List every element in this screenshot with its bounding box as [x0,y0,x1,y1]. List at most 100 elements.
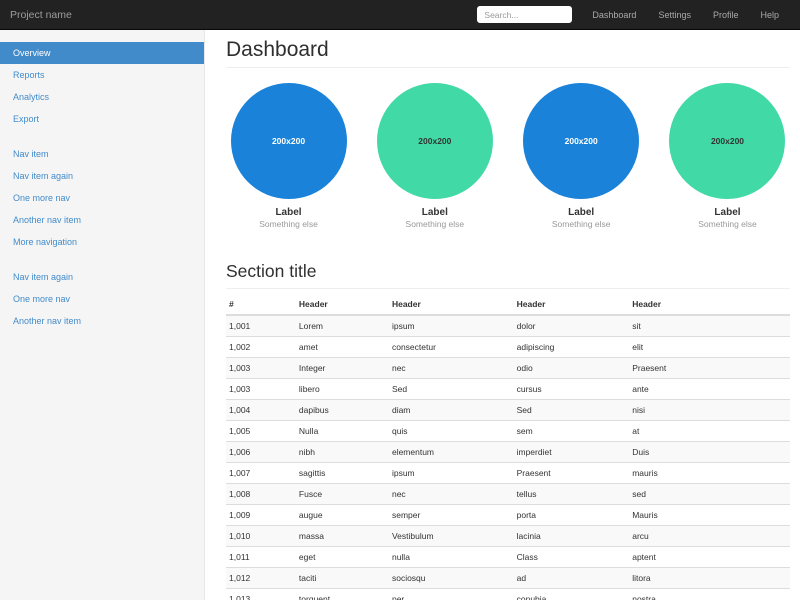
table-cell: nulla [389,547,514,568]
sidebar-item-nav-item-again[interactable]: Nav item again [0,165,204,187]
placeholder-sublabel: Something else [372,219,497,230]
table-cell: per [389,589,514,600]
sidebar-item-overview[interactable]: Overview [0,42,204,64]
navbar-links: DashboardSettingsProfileHelp [581,0,790,30]
table-cell: 1,012 [226,568,296,589]
section-title: Section title [226,260,790,289]
sidebar-item-export[interactable]: Export [0,108,204,130]
table-row: 1,008Fuscenectellussed [226,484,790,505]
placeholder-label: Label [665,207,790,219]
table-cell: 1,003 [226,358,296,379]
table-cell: aptent [629,547,790,568]
table-cell: 1,004 [226,400,296,421]
navbar-link-dashboard[interactable]: Dashboard [581,0,647,30]
placeholder-image-circle: 200x200 [669,83,785,199]
brand-link[interactable]: Project name [0,0,82,30]
main-content: Dashboard 200x200LabelSomething else200x… [205,30,800,600]
sidebar-item-one-more-nav[interactable]: One more nav [0,187,204,209]
sidebar-item-another-nav-item[interactable]: Another nav item [0,310,204,332]
table-row: 1,005Nullaquissemat [226,421,790,442]
table-row: 1,003IntegernecodioPraesent [226,358,790,379]
table-cell: 1,007 [226,463,296,484]
page-layout: OverviewReportsAnalyticsExportNav itemNa… [0,30,800,600]
table-row: 1,012tacitisociosquadlitora [226,568,790,589]
table-cell: 1,013 [226,589,296,600]
navbar-link-help[interactable]: Help [749,0,790,30]
placeholder-sublabel: Something else [519,219,644,230]
table-row: 1,013torquentperconubianostra [226,589,790,600]
search-input[interactable] [477,6,572,23]
table-cell: dapibus [296,400,389,421]
table-row: 1,003liberoSedcursusante [226,379,790,400]
table-cell: diam [389,400,514,421]
sidebar-item-nav-item[interactable]: Nav item [0,143,204,165]
table-cell: mauris [629,463,790,484]
table-cell: odio [514,358,630,379]
table-cell: 1,008 [226,484,296,505]
table-cell: semper [389,505,514,526]
table-cell: Sed [514,400,630,421]
table-cell: sagittis [296,463,389,484]
table-cell: adipiscing [514,337,630,358]
table-cell: Vestibulum [389,526,514,547]
table-cell: ipsum [389,463,514,484]
sidebar-item-more-navigation[interactable]: More navigation [0,231,204,253]
sidebar: OverviewReportsAnalyticsExportNav itemNa… [0,30,205,600]
sidebar-item-another-nav-item[interactable]: Another nav item [0,209,204,231]
table-cell: nec [389,484,514,505]
table-row: 1,006nibhelementumimperdietDuis [226,442,790,463]
table-row: 1,002ametconsecteturadipiscingelit [226,337,790,358]
table-cell: nisi [629,400,790,421]
table-header-cell: Header [389,294,514,315]
table-cell: elementum [389,442,514,463]
table-cell: quis [389,421,514,442]
table-row: 1,010massaVestibulumlaciniaarcu [226,526,790,547]
table-cell: Integer [296,358,389,379]
table-cell: cursus [514,379,630,400]
table-cell: Lorem [296,315,389,337]
sidebar-item-nav-item-again[interactable]: Nav item again [0,266,204,288]
table-cell: elit [629,337,790,358]
placeholder-image-circle: 200x200 [377,83,493,199]
table-cell: Mauris [629,505,790,526]
table-cell: augue [296,505,389,526]
table-cell: Fusce [296,484,389,505]
data-table: #HeaderHeaderHeaderHeader 1,001Loremipsu… [226,294,790,600]
sidebar-item-reports[interactable]: Reports [0,64,204,86]
page-title: Dashboard [226,38,790,68]
table-row: 1,001Loremipsumdolorsit [226,315,790,337]
sidebar-item-one-more-nav[interactable]: One more nav [0,288,204,310]
table-row: 1,011egetnullaClassaptent [226,547,790,568]
table-cell: 1,006 [226,442,296,463]
placeholder-label: Label [226,207,351,219]
table-cell: conubia [514,589,630,600]
table-cell: torquent [296,589,389,600]
table-cell: Sed [389,379,514,400]
table-cell: 1,001 [226,315,296,337]
table-cell: nibh [296,442,389,463]
table-cell: tellus [514,484,630,505]
placeholder-figure-1: 200x200LabelSomething else [226,83,351,230]
table-cell: sit [629,315,790,337]
table-cell: lacinia [514,526,630,547]
table-cell: litora [629,568,790,589]
navbar-right: DashboardSettingsProfileHelp [477,0,800,30]
placeholder-label: Label [519,207,644,219]
table-cell: Duis [629,442,790,463]
top-navbar: Project name DashboardSettingsProfileHel… [0,0,800,30]
navbar-link-settings[interactable]: Settings [647,0,702,30]
table-header-cell: Header [629,294,790,315]
table-cell: dolor [514,315,630,337]
placeholder-image-circle: 200x200 [523,83,639,199]
navbar-link-profile[interactable]: Profile [702,0,750,30]
placeholder-image-circle: 200x200 [231,83,347,199]
placeholder-figure-2: 200x200LabelSomething else [372,83,497,230]
sidebar-item-analytics[interactable]: Analytics [0,86,204,108]
table-cell: Praesent [629,358,790,379]
table-cell: taciti [296,568,389,589]
table-cell: 1,009 [226,505,296,526]
table-header-cell: Header [514,294,630,315]
table-header-row: #HeaderHeaderHeaderHeader [226,294,790,315]
table-cell: 1,002 [226,337,296,358]
table-cell: nostra [629,589,790,600]
